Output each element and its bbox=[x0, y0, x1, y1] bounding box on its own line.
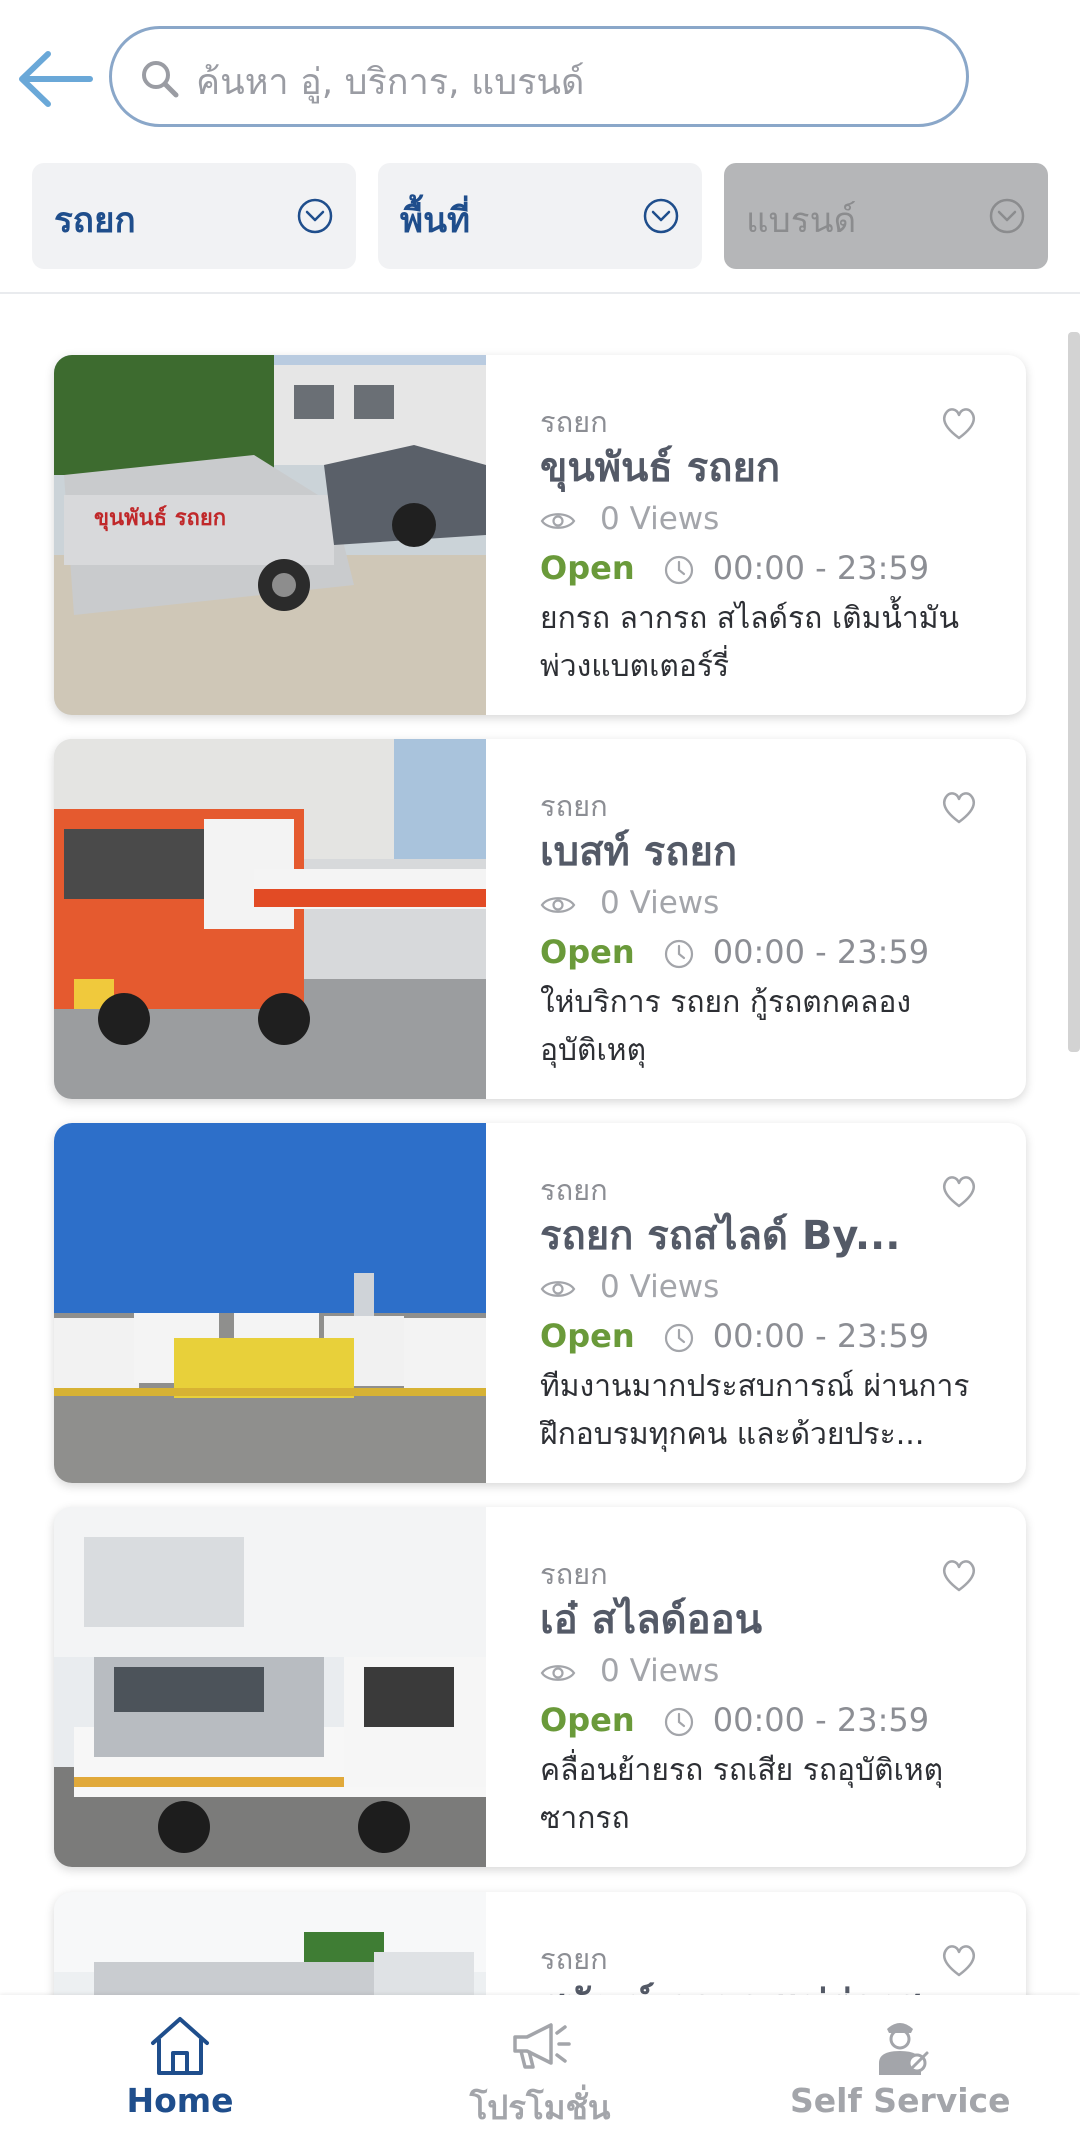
filter-brand[interactable]: แบรนด์ bbox=[724, 163, 1048, 269]
back-arrow-icon bbox=[19, 51, 93, 107]
listing-views-text: 0 Views bbox=[600, 885, 720, 921]
chevron-down-icon bbox=[643, 198, 679, 234]
chevron-down-icon bbox=[297, 198, 333, 234]
listing-photo bbox=[54, 739, 486, 1099]
listing-card[interactable]: รถยก รถยก รถสไลด์ By... 0 Views Open 00:… bbox=[54, 1123, 1026, 1483]
listing-views: 0 Views bbox=[540, 501, 719, 537]
scrollbar[interactable] bbox=[1068, 332, 1080, 1052]
bottom-nav: Home โปรโมชั่น Self Service bbox=[0, 1995, 1080, 2147]
eye-icon bbox=[540, 1280, 576, 1297]
heart-icon[interactable] bbox=[940, 1173, 978, 1209]
listing-photo bbox=[54, 1507, 486, 1867]
search-icon bbox=[142, 61, 179, 98]
listing-status: Open 00:00 - 23:59 bbox=[540, 549, 929, 587]
eye-icon bbox=[540, 512, 576, 529]
search-input[interactable]: ค้นหา อู่, บริการ, แบรนด์ bbox=[109, 26, 969, 127]
heart-icon[interactable] bbox=[940, 1942, 978, 1978]
listing-title[interactable]: รถยก รถสไลด์ By... bbox=[540, 1203, 960, 1267]
eye-icon bbox=[540, 1664, 576, 1681]
listing-card[interactable]: ขุนพันธ์ รถยก รถยก ขุนพันธ์ รถยก 0 Views… bbox=[54, 355, 1026, 715]
header: ค้นหา อู่, บริการ, แบรนด์ รถยก พื้นที่ แ… bbox=[0, 0, 1080, 294]
nav-home-label: Home bbox=[126, 2081, 234, 2120]
listing-title[interactable]: ขุนพันธ์ รถยก bbox=[540, 435, 960, 499]
nav-self-service-label: Self Service bbox=[790, 2081, 1011, 2120]
filter-brand-label: แบรนด์ bbox=[746, 201, 857, 241]
listing-views: 0 Views bbox=[540, 885, 719, 921]
listing-description: ทีมงานมากประสบการณ์ ผ่านการฝึกอบรมทุกคน … bbox=[540, 1369, 970, 1452]
opening-hours: 00:00 - 23:59 bbox=[712, 549, 930, 587]
listing-views-text: 0 Views bbox=[600, 501, 720, 537]
listing-views: 0 Views bbox=[540, 1653, 719, 1689]
chevron-down-icon bbox=[989, 198, 1025, 234]
filter-area[interactable]: พื้นที่ bbox=[378, 163, 702, 269]
clock-icon bbox=[664, 939, 693, 969]
nav-promotion-label: โปรโมชั่น bbox=[469, 2088, 611, 2127]
back-button[interactable] bbox=[14, 42, 94, 116]
listing-photo: ขุนพันธ์ รถยก bbox=[54, 355, 486, 715]
open-status: Open bbox=[540, 1317, 635, 1355]
eye-icon bbox=[540, 896, 576, 913]
heart-icon[interactable] bbox=[940, 1557, 978, 1593]
open-status: Open bbox=[540, 549, 635, 587]
filter-category[interactable]: รถยก bbox=[32, 163, 356, 269]
listing-views-text: 0 Views bbox=[600, 1653, 720, 1689]
listing-photo bbox=[54, 1123, 486, 1483]
opening-hours: 00:00 - 23:59 bbox=[712, 1317, 930, 1355]
filter-area-label: พื้นที่ bbox=[400, 201, 471, 241]
clock-icon bbox=[664, 1323, 693, 1353]
opening-hours: 00:00 - 23:59 bbox=[712, 1701, 930, 1739]
listing-views: 0 Views bbox=[540, 1269, 719, 1305]
svg-text:ขุนพันธ์ รถยก: ขุนพันธ์ รถยก bbox=[94, 505, 226, 532]
listing-description: คลื่อนย้ายรถ รถเสีย รถอุบัติเหตุ ซากรถ bbox=[540, 1753, 944, 1836]
listing-info: รถยก เบสท์ รถยก 0 Views Open 00:00 - 23:… bbox=[486, 739, 1026, 1099]
listing-title[interactable]: เอ๋ สไลด์ออน bbox=[540, 1587, 960, 1651]
clock-icon bbox=[664, 555, 693, 585]
listing-status: Open 00:00 - 23:59 bbox=[540, 933, 929, 971]
mechanic-icon bbox=[879, 2023, 929, 2075]
listing-description: ให่บริการ รถยก กู้รถตกคลอง อุบัติเหตุ bbox=[540, 985, 912, 1068]
listing-status: Open 00:00 - 23:59 bbox=[540, 1701, 929, 1739]
megaphone-icon bbox=[513, 2023, 571, 2069]
clock-icon bbox=[664, 1707, 693, 1737]
nav-home[interactable]: Home bbox=[90, 1995, 270, 2147]
open-status: Open bbox=[540, 1701, 635, 1739]
listing-views-text: 0 Views bbox=[600, 1269, 720, 1305]
listing-card[interactable]: รถยก เบสท์ รถยก 0 Views Open 00:00 - 23:… bbox=[54, 739, 1026, 1099]
heart-icon[interactable] bbox=[940, 789, 978, 825]
listing-title[interactable]: เบสท์ รถยก bbox=[540, 819, 960, 883]
listing-info: รถยก ขุนพันธ์ รถยก 0 Views Open 00:00 - … bbox=[486, 355, 1026, 715]
listing-info: รถยก รถยก รถสไลด์ By... 0 Views Open 00:… bbox=[486, 1123, 1026, 1483]
filter-category-label: รถยก bbox=[54, 201, 136, 241]
app-screen: ค้นหา อู่, บริการ, แบรนด์ รถยก พื้นที่ แ… bbox=[0, 0, 1080, 2147]
listing-info: รถยก เอ๋ สไลด์ออน 0 Views Open 00:00 - 2… bbox=[486, 1507, 1026, 1867]
heart-icon[interactable] bbox=[940, 405, 978, 441]
opening-hours: 00:00 - 23:59 bbox=[712, 933, 930, 971]
listing-description: ยกรถ ลากรถ สไลด์รถ เติมน้ำมัน พ่วงแบตเตอ… bbox=[540, 601, 959, 684]
search-placeholder: ค้นหา อู่, บริการ, แบรนด์ bbox=[196, 62, 585, 103]
open-status: Open bbox=[540, 933, 635, 971]
nav-promotion[interactable]: โปรโมชั่น bbox=[440, 1995, 640, 2147]
listing-card[interactable]: รถยก เอ๋ สไลด์ออน 0 Views Open 00:00 - 2… bbox=[54, 1507, 1026, 1867]
home-icon bbox=[151, 2017, 209, 2075]
nav-self-service[interactable]: Self Service bbox=[790, 1995, 1011, 2147]
listing-status: Open 00:00 - 23:59 bbox=[540, 1317, 929, 1355]
